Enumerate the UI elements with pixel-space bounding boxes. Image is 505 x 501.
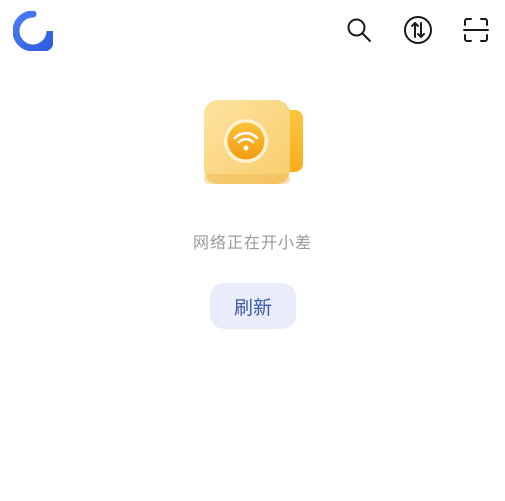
scan-icon[interactable] <box>460 14 492 46</box>
search-icon[interactable] <box>343 14 375 46</box>
network-error-message: 网络正在开小差 <box>192 233 312 252</box>
refresh-button[interactable]: 刷新 <box>210 283 296 329</box>
network-error-page: 网络正在开小差 刷新 <box>0 0 505 501</box>
upload-download-icon[interactable] <box>402 14 434 46</box>
wifi-card-illustration <box>198 96 310 188</box>
app-logo-icon[interactable] <box>12 10 54 52</box>
top-bar <box>0 0 505 62</box>
